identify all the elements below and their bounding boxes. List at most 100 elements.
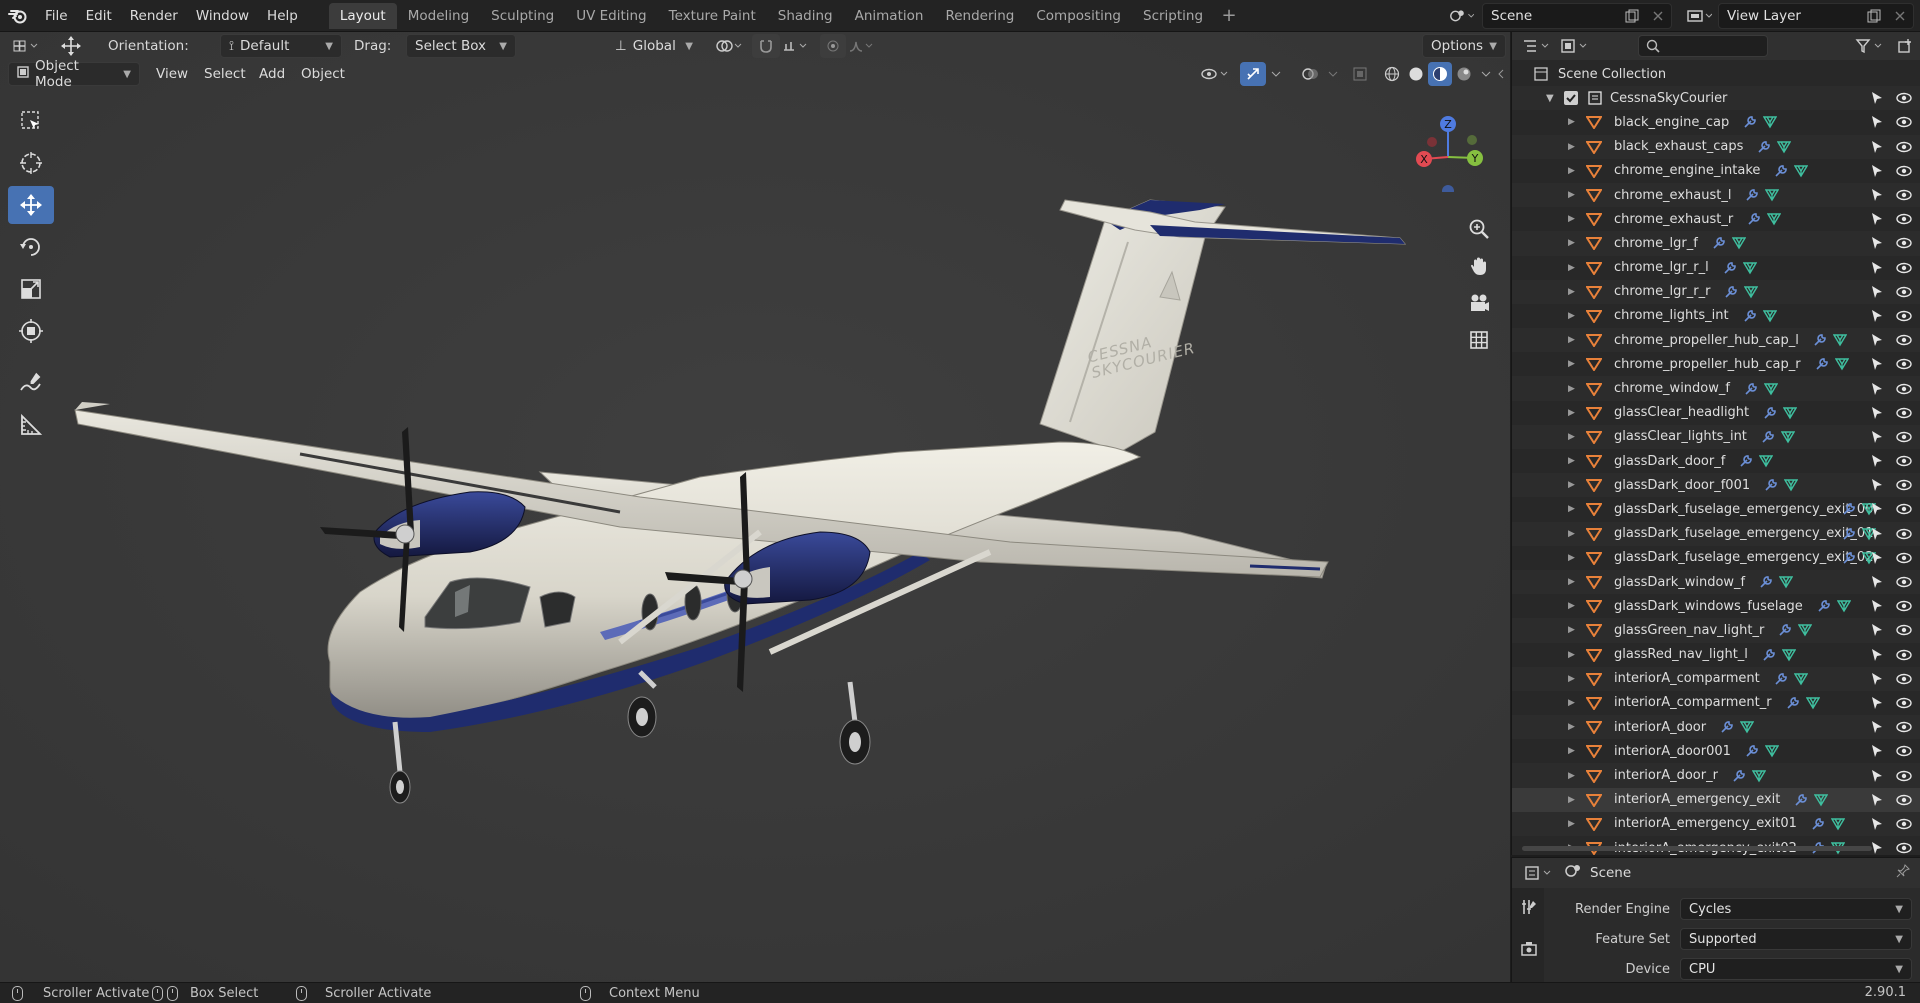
selectable-arrow-icon[interactable] [1870,357,1884,371]
visibility-eye-icon[interactable] [1896,817,1912,831]
mesh-data-icon[interactable] [1783,406,1797,420]
sidebar-toggle-icon[interactable] [1494,62,1508,86]
mesh-data-icon[interactable] [1763,115,1777,129]
selectable-arrow-icon[interactable] [1870,188,1884,202]
outliner-item[interactable]: ▶ glassDark_fuselage_emergency_exit_00 [1512,497,1920,521]
outliner-item[interactable]: ▶ glassClear_headlight [1512,401,1920,425]
modifier-wrench-icon[interactable] [1794,793,1808,807]
expand-arrow-icon[interactable]: ▶ [1568,625,1575,635]
selectable-arrow-icon[interactable] [1870,261,1884,275]
visibility-eye-icon[interactable] [1896,91,1912,105]
outliner-item[interactable]: ▶ glassClear_lights_int [1512,424,1920,449]
selectable-arrow-icon[interactable] [1870,648,1884,662]
modifier-wrench-icon[interactable] [1747,212,1761,226]
mesh-data-icon[interactable] [1837,599,1851,613]
modifier-wrench-icon[interactable] [1763,406,1777,420]
orientation-dropdown[interactable]: ⟟ Default ▼ [220,34,342,58]
outliner-item[interactable]: ▶ chrome_lights_int [1512,304,1920,328]
modifier-wrench-icon[interactable] [1757,140,1771,154]
modifier-wrench-icon[interactable] [1739,454,1753,468]
measure-icon[interactable] [8,406,54,444]
visibility-eye-icon[interactable] [1896,575,1912,589]
outliner-item[interactable]: ▶ chrome_exhaust_l [1512,182,1920,208]
expand-arrow-icon[interactable]: ▶ [1568,553,1575,563]
visibility-eye-icon[interactable] [1896,212,1912,226]
mesh-data-icon[interactable] [1765,744,1779,758]
mesh-data-icon[interactable] [1752,769,1766,783]
select-menu[interactable]: Select [204,66,246,82]
workspace-tab-uv-editing[interactable]: UV Editing [565,3,657,29]
outliner-item[interactable]: ▶ interiorA_door001 [1512,739,1920,763]
selectable-arrow-icon[interactable] [1870,527,1884,541]
visibility-eye-icon[interactable] [1896,333,1912,347]
overlay-toggle-icon[interactable] [1298,62,1324,86]
mesh-data-icon[interactable] [1765,188,1779,202]
expand-arrow-icon[interactable]: ▶ [1568,408,1575,418]
selectable-arrow-icon[interactable] [1870,696,1884,710]
mesh-data-icon[interactable] [1744,285,1758,299]
visibility-eye-icon[interactable] [1896,527,1912,541]
outliner-item[interactable]: ▶ glassDark_window_f [1512,569,1920,595]
expand-arrow-icon[interactable]: ▶ [1568,819,1575,829]
outliner-search-input[interactable] [1638,35,1768,57]
property-dropdown[interactable]: CPU ▼ [1680,958,1912,980]
workspace-tab-layout[interactable]: Layout [328,2,397,29]
expand-arrow-icon[interactable]: ▶ [1568,359,1575,369]
expand-arrow-icon[interactable]: ▶ [1568,311,1575,321]
visibility-eye-icon[interactable] [1896,648,1912,662]
shading-options-icon[interactable] [1476,62,1496,86]
scene-collection-row[interactable]: Scene Collection [1512,62,1920,86]
material-preview-shading-icon[interactable] [1428,62,1452,86]
outliner-editor-type-icon[interactable] [1518,33,1556,59]
menu-window[interactable]: Window [187,0,258,32]
expand-arrow-icon[interactable]: ▶ [1568,432,1575,442]
expand-arrow-icon[interactable]: ▶ [1568,722,1575,732]
selectable-arrow-icon[interactable] [1870,769,1884,783]
visibility-eye-icon[interactable] [1896,164,1912,178]
mesh-data-icon[interactable] [1833,333,1847,347]
expand-arrow-icon[interactable]: ▶ [1568,166,1575,176]
modifier-wrench-icon[interactable] [1759,575,1773,589]
visibility-eye-icon[interactable] [1896,793,1912,807]
tool-tab-icon[interactable] [1520,898,1538,920]
property-dropdown[interactable]: Supported ▼ [1680,928,1912,950]
expand-arrow-icon[interactable]: ▶ [1568,384,1575,394]
visibility-eye-icon[interactable] [1896,769,1912,783]
collection-checkbox[interactable] [1564,91,1578,106]
visibility-eye-icon[interactable] [1896,430,1912,444]
outliner-item[interactable]: ▶ glassDark_fuselage_emergency_exit_01 [1512,521,1920,546]
cursor-icon[interactable] [8,144,54,182]
visibility-eye-icon[interactable] [1896,696,1912,710]
blender-logo-icon[interactable] [0,0,36,32]
outliner-item[interactable]: ▶ interiorA_comparment_r [1512,691,1920,715]
selectable-arrow-icon[interactable] [1870,720,1884,734]
visibility-eye-icon[interactable] [1896,454,1912,468]
modifier-wrench-icon[interactable] [1745,188,1759,202]
workspace-tab-texture-paint[interactable]: Texture Paint [658,3,767,29]
modifier-wrench-icon[interactable] [1778,623,1792,637]
rendered-shading-icon[interactable] [1452,62,1476,86]
properties-editor-type-icon[interactable] [1520,860,1558,886]
expand-arrow-icon[interactable]: ▶ [1568,263,1575,273]
outliner-item[interactable]: ▶ glassDark_fuselage_emergency_exit_02 [1512,546,1920,570]
gizmo-toggle-icon[interactable] [1240,62,1266,86]
visibility-eye-icon[interactable] [1896,744,1912,758]
selectable-arrow-icon[interactable] [1870,551,1884,565]
wireframe-shading-icon[interactable] [1380,62,1404,86]
move-icon[interactable] [8,186,54,224]
expand-arrow-icon[interactable]: ▶ [1568,771,1575,781]
delete-view-layer-icon[interactable] [1887,3,1913,29]
mesh-data-icon[interactable] [1759,454,1773,468]
selectable-arrow-icon[interactable] [1870,115,1884,129]
pan-hand-icon[interactable] [1462,249,1496,283]
copy-view-layer-icon[interactable] [1861,3,1887,29]
expand-arrow-icon[interactable]: ▼ [1546,93,1554,104]
new-collection-icon[interactable] [1892,33,1918,59]
expand-arrow-icon[interactable]: ▶ [1568,335,1575,345]
overlay-options-icon[interactable] [1324,62,1342,86]
expand-arrow-icon[interactable]: ▶ [1568,214,1575,224]
modifier-wrench-icon[interactable] [1762,648,1776,662]
falloff-icon[interactable] [846,34,880,58]
modifier-wrench-icon[interactable] [1774,164,1788,178]
outliner-item[interactable]: ▶ glassGreen_nav_light_r [1512,618,1920,643]
